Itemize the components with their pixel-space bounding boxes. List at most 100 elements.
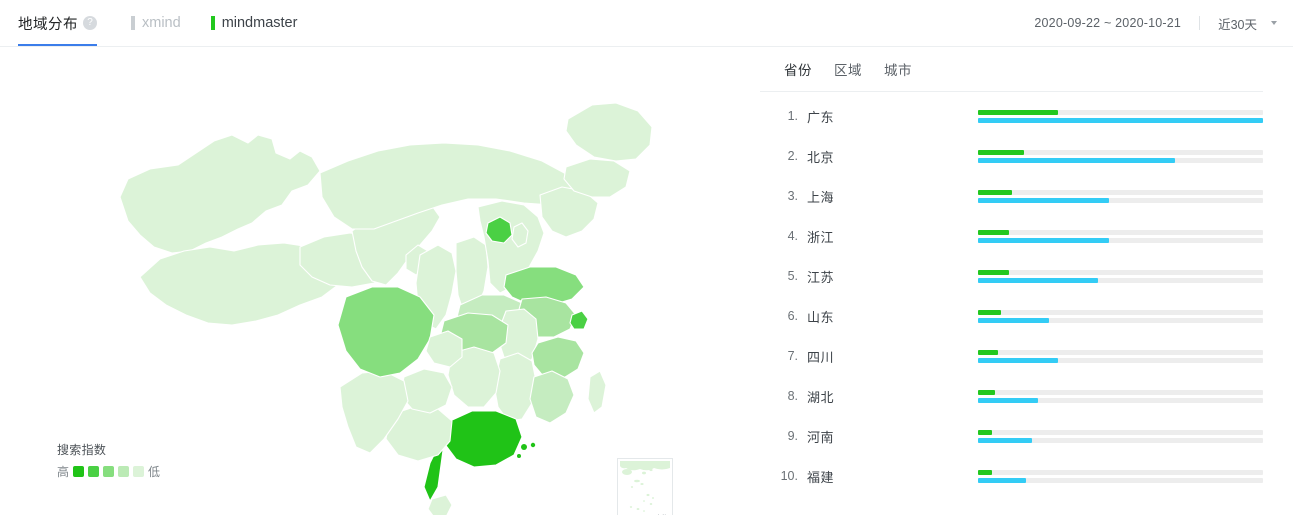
- bar-fill-xmind: [978, 269, 1010, 275]
- rank-row[interactable]: 5. 江苏: [760, 256, 1263, 296]
- rank-bar-group: [978, 309, 1263, 323]
- bar-fill-xmind: [978, 149, 1024, 155]
- legend-low-label: 低: [148, 465, 161, 479]
- rank-row[interactable]: 9. 河南: [760, 416, 1263, 456]
- rank-index: 5.: [787, 269, 798, 283]
- tab-region-distribution[interactable]: 地域分布 ?: [18, 0, 97, 46]
- map-province[interactable]: [565, 102, 653, 162]
- rank-bar-group: [978, 189, 1263, 203]
- legend-item-xmind-label: xmind: [142, 15, 181, 31]
- rank-bar-group: [978, 109, 1263, 123]
- bar-track-mindmaster: [978, 237, 1263, 243]
- page-body: 搜索指数 高 低 省份 区域 城市 1. 广东 2. 北京 3. 上海 4. 浙…: [0, 47, 1293, 515]
- bar-track-mindmaster: [978, 277, 1263, 283]
- map-province[interactable]: [531, 336, 585, 380]
- legend-item-xmind[interactable]: xmind: [131, 15, 181, 31]
- rank-pane: 省份 区域 城市 1. 广东 2. 北京 3. 上海 4. 浙江 5. 江苏 6. 山东 7. 四川 8. 湖…: [760, 47, 1293, 515]
- rank-bar-group: [978, 349, 1263, 363]
- rank-index: 10.: [780, 469, 798, 483]
- rank-index: 9.: [787, 429, 798, 443]
- map-province[interactable]: [529, 370, 575, 424]
- rank-province-name: 湖北: [807, 389, 835, 405]
- legend-swatch: [103, 466, 115, 477]
- map-legend: 搜索指数 高 低: [57, 441, 160, 480]
- header-divider: [1199, 16, 1201, 30]
- map-legend-scale: 高 低: [57, 463, 160, 480]
- bar-track-xmind: [978, 349, 1263, 355]
- rank-row[interactable]: 10. 福建: [760, 456, 1263, 496]
- rank-bar-group: [978, 469, 1263, 483]
- rank-row[interactable]: 7. 四川: [760, 336, 1263, 376]
- bar-fill-xmind: [978, 429, 993, 435]
- legend-swatch: [118, 466, 130, 477]
- rank-bar-group: [978, 269, 1263, 283]
- header-left-group: 地域分布 ? xmind mindmaster: [0, 0, 297, 46]
- map-province[interactable]: [587, 370, 607, 414]
- bar-fill-mindmaster: [978, 317, 1050, 323]
- question-mark-icon[interactable]: ?: [83, 16, 97, 30]
- rank-province-name: 上海: [807, 189, 835, 205]
- map-province[interactable]: [563, 158, 631, 198]
- date-range-text[interactable]: 2020-09-22 ~ 2020-10-21: [1034, 16, 1181, 30]
- rank-province-name: 广东: [807, 109, 835, 125]
- rank-province-name: 山东: [807, 309, 835, 325]
- bar-fill-xmind: [978, 389, 996, 395]
- bar-track-xmind: [978, 389, 1263, 395]
- china-map-pane: 搜索指数 高 低: [0, 47, 760, 515]
- rank-province-name: 四川: [807, 349, 835, 365]
- page-header: 地域分布 ? xmind mindmaster 2020-09-22 ~ 202…: [0, 0, 1293, 47]
- rank-bar-group: [978, 429, 1263, 443]
- bar-fill-mindmaster: [978, 157, 1175, 163]
- rank-index: 1.: [787, 109, 798, 123]
- bar-fill-mindmaster: [978, 477, 1027, 483]
- series-legend: xmind mindmaster: [131, 15, 297, 31]
- map-province[interactable]: [530, 442, 536, 448]
- map-province[interactable]: [119, 134, 321, 254]
- rank-province-name: 河南: [807, 429, 835, 445]
- range-preset-label: 近30天: [1218, 17, 1257, 32]
- chevron-down-icon: [1271, 21, 1277, 25]
- map-province[interactable]: [493, 352, 537, 422]
- rank-list: 1. 广东 2. 北京 3. 上海 4. 浙江 5. 江苏 6. 山东 7. 四川 8. 湖北 9. 河南 10. 福…: [760, 92, 1263, 496]
- map-province[interactable]: [425, 330, 463, 368]
- bar-fill-mindmaster: [978, 117, 1263, 123]
- map-province[interactable]: [399, 368, 453, 414]
- map-province[interactable]: [337, 286, 435, 378]
- bar-track-mindmaster: [978, 357, 1263, 363]
- bar-fill-xmind: [978, 109, 1058, 115]
- legend-item-mindmaster[interactable]: mindmaster: [210, 15, 297, 31]
- bar-track-xmind: [978, 109, 1263, 115]
- rank-row[interactable]: 6. 山东: [760, 296, 1263, 336]
- range-preset-dropdown[interactable]: 近30天: [1218, 14, 1277, 33]
- bar-track-mindmaster: [978, 437, 1263, 443]
- rank-province-name: 福建: [807, 469, 835, 485]
- bar-track-xmind: [978, 149, 1263, 155]
- rank-index: 3.: [787, 189, 798, 203]
- bar-fill-mindmaster: [978, 197, 1110, 203]
- rank-row[interactable]: 8. 湖北: [760, 376, 1263, 416]
- bar-track-xmind: [978, 189, 1263, 195]
- rank-bar-group: [978, 229, 1263, 243]
- tab-province[interactable]: 省份: [784, 59, 812, 79]
- bar-fill-mindmaster: [978, 237, 1110, 243]
- bar-track-xmind: [978, 269, 1263, 275]
- legend-swatch: [88, 466, 100, 477]
- rank-row[interactable]: 2. 北京: [760, 136, 1263, 176]
- bar-track-mindmaster: [978, 477, 1263, 483]
- tab-area[interactable]: 区域: [834, 59, 862, 79]
- tab-region-distribution-label: 地域分布: [18, 16, 78, 33]
- bar-track-mindmaster: [978, 117, 1263, 123]
- bar-fill-mindmaster: [978, 397, 1038, 403]
- rank-index: 6.: [787, 309, 798, 323]
- rank-province-name: 江苏: [807, 269, 835, 285]
- map-province[interactable]: [521, 444, 527, 450]
- bar-fill-xmind: [978, 349, 998, 355]
- rank-row[interactable]: 4. 浙江: [760, 216, 1263, 256]
- rank-index: 2.: [787, 149, 798, 163]
- map-province[interactable]: [517, 454, 521, 458]
- tab-city[interactable]: 城市: [884, 59, 912, 79]
- rank-row[interactable]: 1. 广东: [760, 96, 1263, 136]
- bar-track-xmind: [978, 229, 1263, 235]
- rank-row[interactable]: 3. 上海: [760, 176, 1263, 216]
- legend-high-label: 高: [57, 465, 70, 479]
